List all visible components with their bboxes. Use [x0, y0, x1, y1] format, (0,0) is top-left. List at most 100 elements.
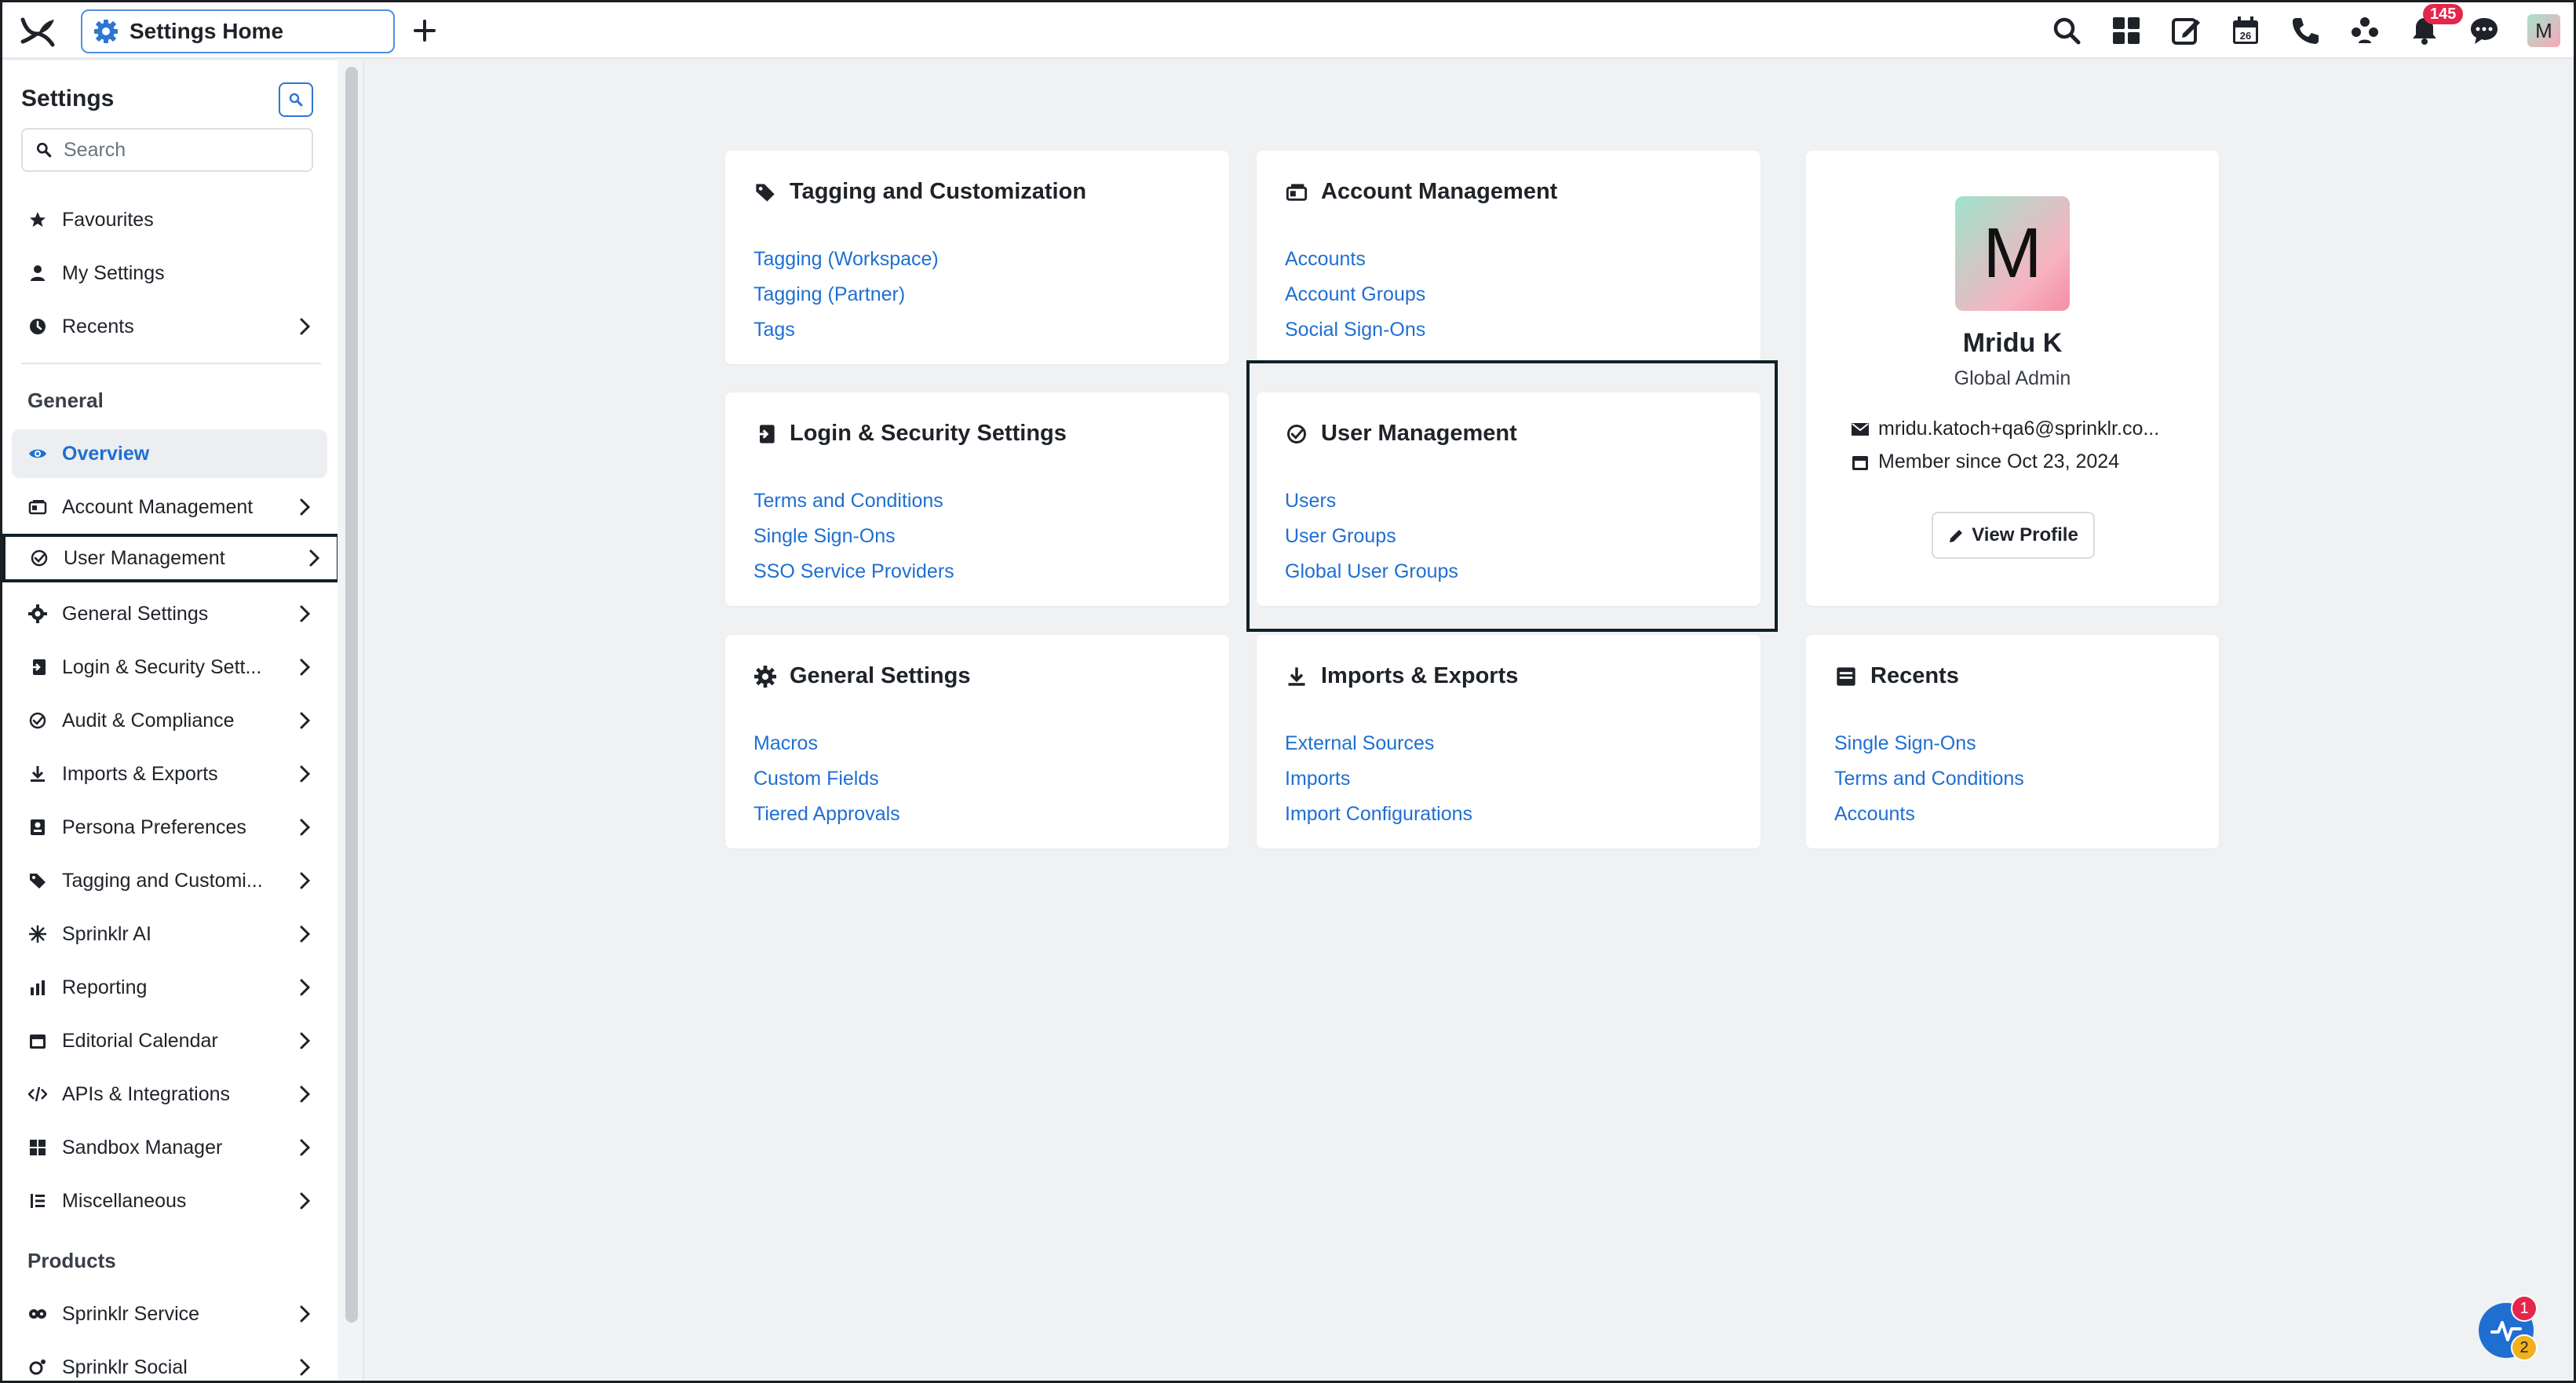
sidebar-item-editorial-calendar[interactable]: Editorial Calendar	[12, 1016, 327, 1065]
phone-icon	[2293, 18, 2319, 44]
sprinklr-logo-icon[interactable]	[18, 13, 59, 48]
sidebar-title: Settings	[21, 86, 115, 111]
sidebar-item-label: Overview	[62, 442, 150, 465]
sidebar-search-input[interactable]	[64, 138, 299, 162]
link-recent-accounts[interactable]: Accounts	[1834, 797, 2024, 832]
calendar-icon	[1852, 455, 1868, 470]
card-title: Tagging and Customization	[790, 179, 1087, 204]
launcher-button[interactable]	[2096, 2, 2156, 59]
link-single-sign-ons[interactable]: Single Sign-Ons	[753, 519, 954, 554]
chevron-right-icon	[309, 549, 320, 567]
download-icon	[1285, 665, 1308, 688]
chevron-right-icon	[300, 979, 311, 996]
sidebar-item-label: General Settings	[62, 602, 209, 625]
compose-button[interactable]	[2156, 2, 2216, 59]
chevron-right-icon	[300, 498, 311, 516]
card-user-management: User Management Users User Groups Global…	[1257, 392, 1761, 606]
chevron-right-icon	[300, 1359, 311, 1376]
sidebar-item-label: Sprinklr Social	[62, 1356, 188, 1378]
link-tiered-approvals[interactable]: Tiered Approvals	[753, 797, 900, 832]
sidebar-item-sprinklr-service[interactable]: Sprinklr Service	[12, 1290, 327, 1338]
sidebar-search-button[interactable]	[279, 82, 313, 117]
id-card-icon	[1285, 181, 1308, 204]
chat-icon	[2471, 18, 2498, 44]
notifications-button[interactable]: 145	[2395, 2, 2464, 59]
sidebar-scrollbar[interactable]	[338, 60, 364, 1381]
sidebar-item-audit-compliance[interactable]: Audit & Compliance	[12, 696, 327, 745]
sidebar-item-favourites[interactable]: Favourites	[12, 195, 327, 244]
search-icon	[36, 142, 52, 158]
link-social-sign-ons[interactable]: Social Sign-Ons	[1285, 312, 1425, 348]
link-import-configurations[interactable]: Import Configurations	[1285, 797, 1472, 832]
link-recent-terms-conditions[interactable]: Terms and Conditions	[1834, 761, 2024, 797]
tag-icon	[27, 870, 48, 891]
sidebar-item-apis-integrations[interactable]: APIs & Integrations	[12, 1070, 327, 1118]
sidebar-item-miscellaneous[interactable]: Miscellaneous	[12, 1177, 327, 1225]
profile-member-row: Member since Oct 23, 2024	[1850, 451, 2119, 473]
sidebar-item-login-security[interactable]: Login & Security Sett...	[12, 643, 327, 692]
search-button[interactable]	[2037, 2, 2096, 59]
login-icon	[27, 657, 48, 677]
sidebar-search-field[interactable]	[21, 128, 313, 172]
sidebar-item-sprinklr-social[interactable]: Sprinklr Social	[12, 1343, 327, 1381]
calendar-icon: 26	[2233, 16, 2258, 44]
link-terms-conditions[interactable]: Terms and Conditions	[753, 484, 954, 519]
sidebar-item-persona-preferences[interactable]: Persona Preferences	[12, 803, 327, 852]
messages-button[interactable]	[2454, 2, 2514, 59]
sparkle-icon	[27, 924, 48, 944]
sidebar-item-recents[interactable]: Recents	[12, 302, 327, 351]
chevron-right-icon	[300, 765, 311, 783]
link-account-groups[interactable]: Account Groups	[1285, 277, 1425, 312]
calendar-icon	[27, 1031, 48, 1051]
profile-member-since: Member since Oct 23, 2024	[1878, 451, 2120, 473]
settings-sidebar: Settings Favourites My Settings Recents …	[2, 60, 340, 1381]
sidebar-item-label: Persona Preferences	[62, 816, 246, 838]
clock-icon	[27, 316, 48, 337]
sidebar-item-label: APIs & Integrations	[62, 1082, 231, 1105]
new-tab-button[interactable]	[407, 13, 442, 48]
service-icon	[27, 1304, 48, 1324]
link-global-user-groups[interactable]: Global User Groups	[1285, 554, 1458, 589]
profile-role: Global Admin	[1954, 367, 2071, 389]
link-users[interactable]: Users	[1285, 484, 1458, 519]
sidebar-item-reporting[interactable]: Reporting	[12, 963, 327, 1012]
sidebar-group-general: General	[27, 389, 104, 412]
pencil-icon	[1950, 530, 1963, 542]
link-tagging-workspace[interactable]: Tagging (Workspace)	[753, 242, 939, 277]
sidebar-item-tagging-customization[interactable]: Tagging and Customi...	[12, 856, 327, 905]
sidebar-item-sandbox-manager[interactable]: Sandbox Manager	[12, 1123, 327, 1172]
tab-settings-home[interactable]: Settings Home	[81, 9, 395, 53]
sidebar-item-general-settings[interactable]: General Settings	[12, 589, 327, 638]
link-custom-fields[interactable]: Custom Fields	[753, 761, 900, 797]
link-tags[interactable]: Tags	[753, 312, 939, 348]
grid-icon	[27, 1137, 48, 1158]
sidebar-item-my-settings[interactable]: My Settings	[12, 249, 327, 297]
sidebar-item-imports-exports[interactable]: Imports & Exports	[12, 750, 327, 798]
link-accounts[interactable]: Accounts	[1285, 242, 1425, 277]
scrollbar-thumb[interactable]	[345, 67, 358, 1323]
profile-avatar: M	[1955, 196, 2070, 311]
community-button[interactable]	[2335, 2, 2395, 59]
sidebar-item-overview[interactable]: Overview	[12, 429, 327, 478]
user-avatar-button[interactable]: M	[2514, 2, 2574, 59]
link-tagging-partner[interactable]: Tagging (Partner)	[753, 277, 939, 312]
check-circle-icon	[1285, 422, 1308, 446]
calendar-button[interactable]: 26	[2216, 2, 2275, 59]
link-macros[interactable]: Macros	[753, 726, 900, 761]
phone-button[interactable]	[2275, 2, 2335, 59]
widget-badge-yellow: 2	[2511, 1334, 2538, 1361]
sidebar-item-label: Sprinklr Service	[62, 1302, 200, 1325]
social-icon	[27, 1357, 48, 1378]
sidebar-item-account-management[interactable]: Account Management	[12, 483, 327, 531]
sidebar-item-sprinklr-ai[interactable]: Sprinklr AI	[12, 910, 327, 958]
sidebar-item-user-management[interactable]: User Management	[2, 534, 338, 582]
link-imports[interactable]: Imports	[1285, 761, 1472, 797]
link-user-groups[interactable]: User Groups	[1285, 519, 1458, 554]
link-external-sources[interactable]: External Sources	[1285, 726, 1472, 761]
profile-card: M Mridu K Global Admin mridu.katoch+qa6@…	[1806, 151, 2219, 606]
link-sso-service-providers[interactable]: SSO Service Providers	[753, 554, 954, 589]
link-recent-single-sign-ons[interactable]: Single Sign-Ons	[1834, 726, 2024, 761]
grid-icon	[2113, 17, 2140, 44]
view-profile-button[interactable]: View Profile	[1932, 512, 2095, 559]
eye-icon	[27, 443, 48, 464]
